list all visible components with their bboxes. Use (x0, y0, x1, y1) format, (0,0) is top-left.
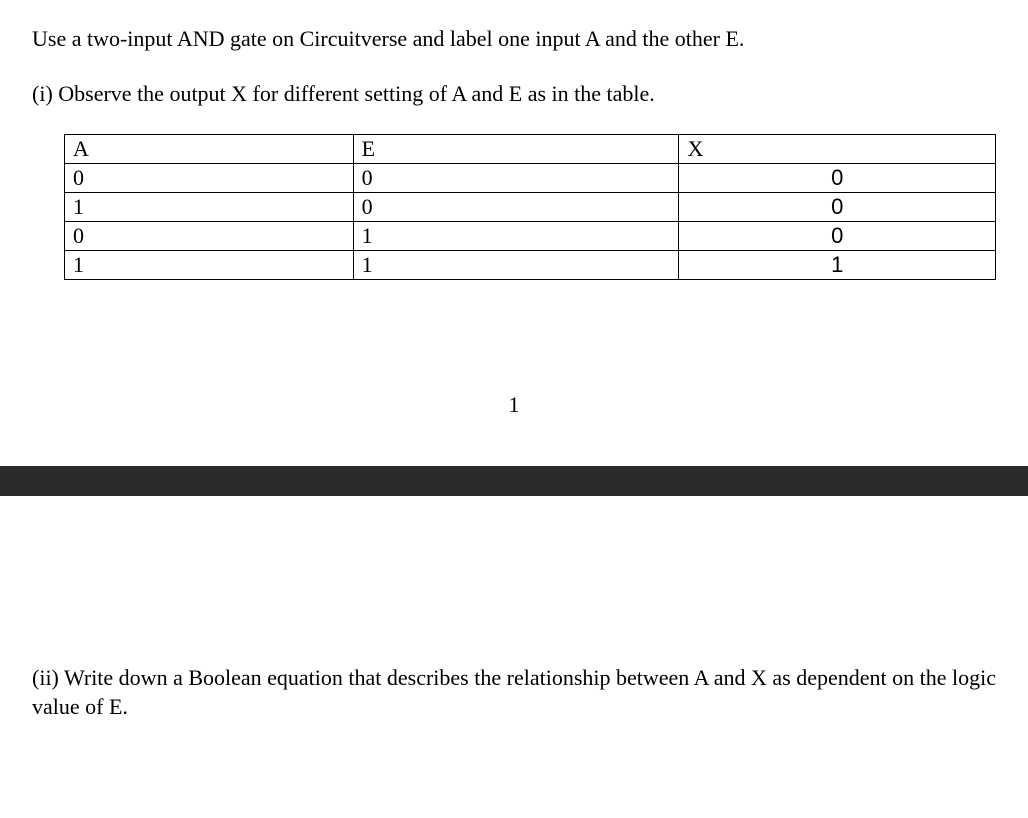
cell-e: 0 (353, 192, 679, 221)
cell-e: 1 (353, 250, 679, 279)
cell-x: 0 (679, 192, 996, 221)
truth-table: A E X 0 0 0 1 0 0 0 1 0 1 1 (64, 134, 996, 280)
header-e: E (353, 134, 679, 163)
table-row: 1 1 1 (65, 250, 996, 279)
cell-a: 0 (65, 163, 354, 192)
header-x: X (679, 134, 996, 163)
cell-e: 0 (353, 163, 679, 192)
cell-x: 1 (679, 250, 996, 279)
cell-e: 1 (353, 221, 679, 250)
cell-a: 1 (65, 250, 354, 279)
header-a: A (65, 134, 354, 163)
page-number: 1 (0, 392, 1028, 418)
table-row: 0 0 0 (65, 163, 996, 192)
part-i-paragraph: (i) Observe the output X for different s… (32, 79, 996, 110)
cell-x: 0 (679, 221, 996, 250)
intro-paragraph: Use a two-input AND gate on Circuitverse… (32, 24, 996, 55)
cell-x: 0 (679, 163, 996, 192)
cell-a: 1 (65, 192, 354, 221)
separator-bar (0, 466, 1028, 496)
table-row: 0 1 0 (65, 221, 996, 250)
table-row: 1 0 0 (65, 192, 996, 221)
table-header-row: A E X (65, 134, 996, 163)
part-ii-paragraph: (ii) Write down a Boolean equation that … (32, 664, 996, 721)
cell-a: 0 (65, 221, 354, 250)
